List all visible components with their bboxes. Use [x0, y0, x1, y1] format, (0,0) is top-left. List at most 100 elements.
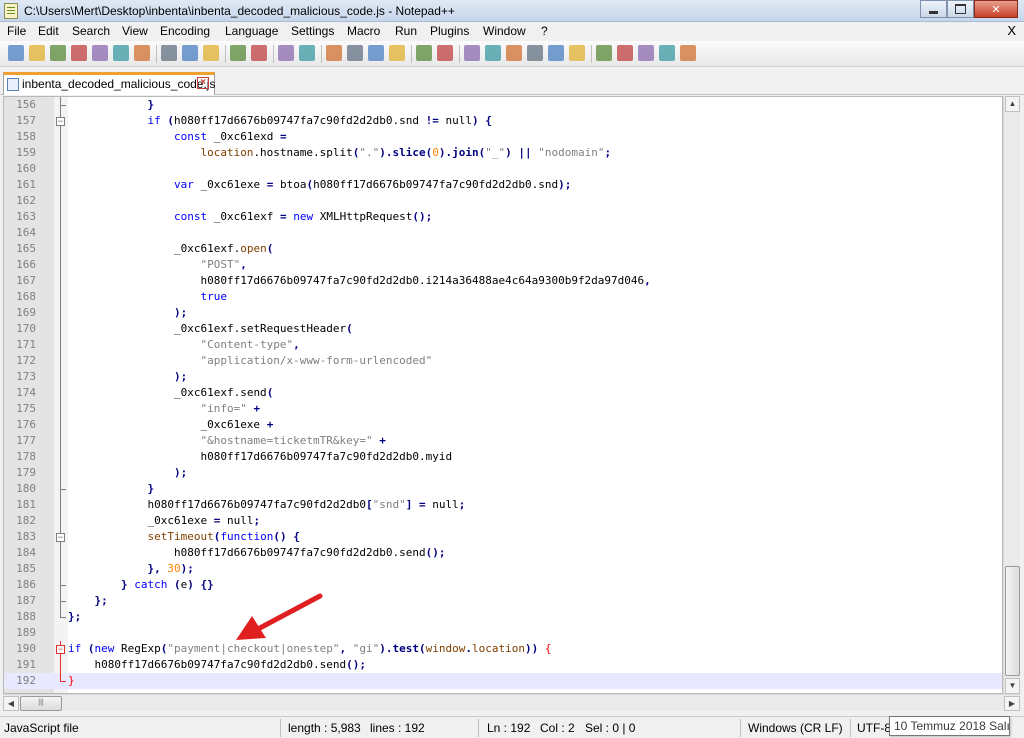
zoom-out-icon[interactable]: [347, 45, 363, 61]
replace-icon[interactable]: [299, 45, 315, 61]
save-all-icon[interactable]: [71, 45, 87, 61]
cut-icon[interactable]: [161, 45, 177, 61]
code-line[interactable]: 161 var _0xc61exe = btoa(h080ff17d6676b0…: [4, 177, 1002, 193]
folder-workspace-icon[interactable]: [548, 45, 564, 61]
play-macro-icon[interactable]: [638, 45, 654, 61]
scroll-right-arrow-icon[interactable]: ▶: [1004, 696, 1020, 711]
menu-settings[interactable]: Settings: [291, 24, 334, 38]
code-editor[interactable]: 156 } 157 if (h080ff17d6676b09747fa7c90fd…: [3, 96, 1003, 694]
menu-language[interactable]: Language: [225, 24, 278, 38]
fold-toggle-icon[interactable]: −: [56, 117, 65, 126]
show-all-chars-icon[interactable]: [437, 45, 453, 61]
code-line[interactable]: 188};: [4, 609, 1002, 625]
menu-macro[interactable]: Macro: [347, 24, 380, 38]
code-line[interactable]: 182 _0xc61exe = null;: [4, 513, 1002, 529]
code-line[interactable]: 170 _0xc61exf.setRequestHeader(: [4, 321, 1002, 337]
doc-map-icon[interactable]: [506, 45, 522, 61]
code-line[interactable]: 160: [4, 161, 1002, 177]
save-macro-icon[interactable]: [680, 45, 696, 61]
code-line[interactable]: 173 );: [4, 369, 1002, 385]
menu-run[interactable]: Run: [395, 24, 417, 38]
udl-icon[interactable]: [485, 45, 501, 61]
code-line[interactable]: 184 h080ff17d6676b09747fa7c90fd2d2db0.se…: [4, 545, 1002, 561]
close-tab-icon[interactable]: ×: [197, 77, 209, 89]
close-document-x[interactable]: X: [1007, 23, 1016, 38]
code-line[interactable]: 183 setTimeout(function() {: [4, 529, 1002, 545]
horizontal-scroll-thumb[interactable]: |||: [20, 696, 62, 711]
code-line[interactable]: 178 h080ff17d6676b09747fa7c90fd2d2db0.my…: [4, 449, 1002, 465]
maximize-button[interactable]: [947, 0, 974, 18]
code-line[interactable]: 181 h080ff17d6676b09747fa7c90fd2d2db0["s…: [4, 497, 1002, 513]
paste-icon[interactable]: [203, 45, 219, 61]
code-line[interactable]: 176 _0xc61exe +: [4, 417, 1002, 433]
save-icon[interactable]: [50, 45, 66, 61]
code-line[interactable]: 157 if (h080ff17d6676b09747fa7c90fd2d2db…: [4, 113, 1002, 129]
menu-window[interactable]: Window: [483, 24, 526, 38]
code-line[interactable]: 191 h080ff17d6676b09747fa7c90fd2d2db0.se…: [4, 657, 1002, 673]
monitoring-icon[interactable]: [569, 45, 585, 61]
function-list-icon[interactable]: [527, 45, 543, 61]
code-line[interactable]: 186 } catch (e) {}: [4, 577, 1002, 593]
new-file-icon[interactable]: [8, 45, 24, 61]
code-line[interactable]: 156 }: [4, 97, 1002, 113]
code-line[interactable]: 177 "&hostname=ticketmTR&key=" +: [4, 433, 1002, 449]
code-line[interactable]: 163 const _0xc61exf = new XMLHttpRequest…: [4, 209, 1002, 225]
sync-horizontal-icon[interactable]: [389, 45, 405, 61]
code-line[interactable]: 158 const _0xc61exd =: [4, 129, 1002, 145]
scroll-up-arrow-icon[interactable]: ▲: [1005, 96, 1020, 112]
close-icon[interactable]: [92, 45, 108, 61]
code-line[interactable]: 187 };: [4, 593, 1002, 609]
horizontal-scrollbar[interactable]: ◀ ||| ▶: [3, 694, 1020, 711]
menu-encoding[interactable]: Encoding: [160, 24, 210, 38]
stop-macro-icon[interactable]: [617, 45, 633, 61]
menu-view[interactable]: View: [122, 24, 148, 38]
open-file-icon[interactable]: [29, 45, 45, 61]
code-line[interactable]: 175 "info=" +: [4, 401, 1002, 417]
undo-icon[interactable]: [230, 45, 246, 61]
code-line[interactable]: 169 );: [4, 305, 1002, 321]
code-line[interactable]: 168 true: [4, 289, 1002, 305]
menu-edit[interactable]: Edit: [38, 24, 59, 38]
word-wrap-icon[interactable]: [416, 45, 432, 61]
vertical-scroll-thumb[interactable]: [1005, 566, 1020, 676]
tab-active-file[interactable]: inbenta_decoded_malicious_code.js ×: [3, 72, 215, 95]
code-line[interactable]: 165 _0xc61exf.open(: [4, 241, 1002, 257]
code-line[interactable]: 162: [4, 193, 1002, 209]
menu-file[interactable]: File: [7, 24, 26, 38]
close-all-icon[interactable]: [113, 45, 129, 61]
menu-help[interactable]: ?: [541, 24, 548, 38]
status-eol[interactable]: Windows (CR LF): [748, 721, 843, 735]
code-line[interactable]: 167 h080ff17d6676b09747fa7c90fd2d2db0.i2…: [4, 273, 1002, 289]
code-line[interactable]: 166 "POST",: [4, 257, 1002, 273]
zoom-in-icon[interactable]: [326, 45, 342, 61]
sync-vertical-icon[interactable]: [368, 45, 384, 61]
find-icon[interactable]: [278, 45, 294, 61]
menu-search[interactable]: Search: [72, 24, 110, 38]
code-line[interactable]: 171 "Content-type",: [4, 337, 1002, 353]
redo-icon[interactable]: [251, 45, 267, 61]
scroll-left-arrow-icon[interactable]: ◀: [3, 696, 19, 711]
code-line[interactable]: 172 "application/x-www-form-urlencoded": [4, 353, 1002, 369]
code-line[interactable]: 174 _0xc61exf.send(: [4, 385, 1002, 401]
minimize-button[interactable]: [920, 0, 947, 18]
code-line[interactable]: 189: [4, 625, 1002, 641]
vertical-scrollbar[interactable]: ▲ ▼: [1003, 96, 1020, 694]
status-encoding[interactable]: UTF-8: [857, 721, 891, 735]
run-macro-multiple-icon[interactable]: [659, 45, 675, 61]
code-line[interactable]: 192}: [4, 673, 1002, 689]
menu-plugins[interactable]: Plugins: [430, 24, 469, 38]
code-line[interactable]: 180 }: [4, 481, 1002, 497]
scroll-down-arrow-icon[interactable]: ▼: [1005, 678, 1020, 694]
indent-guide-icon[interactable]: [464, 45, 480, 61]
record-macro-icon[interactable]: [596, 45, 612, 61]
fold-toggle-icon[interactable]: −: [56, 645, 65, 654]
print-icon[interactable]: [134, 45, 150, 61]
code-line[interactable]: 185 }, 30);: [4, 561, 1002, 577]
code-line[interactable]: 190 if (new RegExp("payment|checkout|ones…: [4, 641, 1002, 657]
code-line[interactable]: 164: [4, 225, 1002, 241]
fold-toggle-icon[interactable]: −: [56, 533, 65, 542]
close-window-button[interactable]: ✕: [974, 0, 1018, 18]
code-line[interactable]: 179 );: [4, 465, 1002, 481]
code-line[interactable]: 159 location.hostname.split(".").slice(0…: [4, 145, 1002, 161]
copy-icon[interactable]: [182, 45, 198, 61]
